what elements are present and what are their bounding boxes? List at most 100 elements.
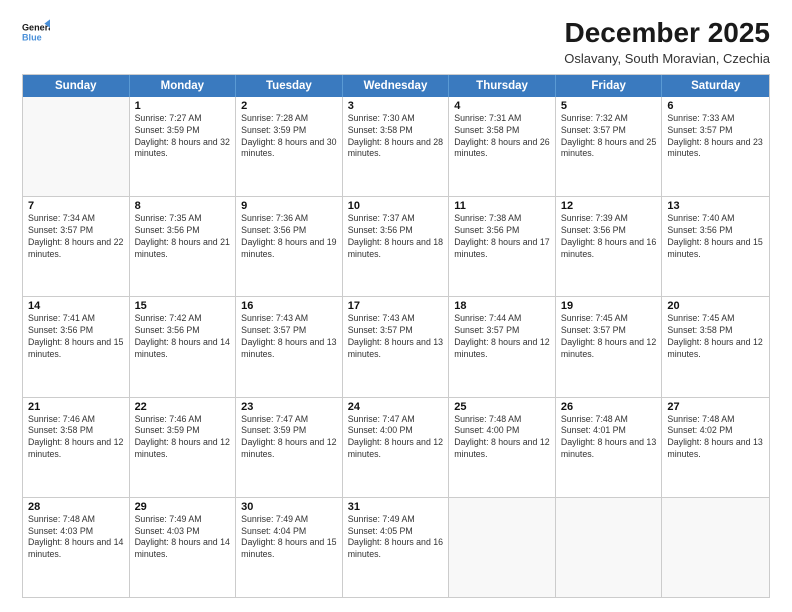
calendar-header-cell: Wednesday	[343, 75, 450, 97]
calendar-cell: 6Sunrise: 7:33 AMSunset: 3:57 PMDaylight…	[662, 97, 769, 196]
month-title: December 2025	[564, 18, 770, 49]
calendar-row: 7Sunrise: 7:34 AMSunset: 3:57 PMDaylight…	[23, 197, 769, 297]
calendar-cell	[23, 97, 130, 196]
calendar-cell: 16Sunrise: 7:43 AMSunset: 3:57 PMDayligh…	[236, 297, 343, 396]
calendar-header: SundayMondayTuesdayWednesdayThursdayFrid…	[23, 75, 769, 97]
cell-info: Sunrise: 7:45 AMSunset: 3:58 PMDaylight:…	[667, 313, 764, 361]
logo: General Blue	[22, 18, 50, 46]
day-number: 6	[667, 100, 764, 112]
calendar-header-cell: Saturday	[662, 75, 769, 97]
calendar-header-cell: Friday	[556, 75, 663, 97]
day-number: 4	[454, 100, 550, 112]
cell-info: Sunrise: 7:43 AMSunset: 3:57 PMDaylight:…	[241, 313, 337, 361]
calendar-cell: 9Sunrise: 7:36 AMSunset: 3:56 PMDaylight…	[236, 197, 343, 296]
header: General Blue December 2025 Oslavany, Sou…	[22, 18, 770, 66]
calendar-cell: 31Sunrise: 7:49 AMSunset: 4:05 PMDayligh…	[343, 498, 450, 597]
cell-info: Sunrise: 7:47 AMSunset: 3:59 PMDaylight:…	[241, 414, 337, 462]
day-number: 23	[241, 401, 337, 413]
cell-info: Sunrise: 7:48 AMSunset: 4:02 PMDaylight:…	[667, 414, 764, 462]
cell-info: Sunrise: 7:36 AMSunset: 3:56 PMDaylight:…	[241, 213, 337, 261]
calendar-cell: 10Sunrise: 7:37 AMSunset: 3:56 PMDayligh…	[343, 197, 450, 296]
calendar: SundayMondayTuesdayWednesdayThursdayFrid…	[22, 74, 770, 598]
logo-icon: General Blue	[22, 18, 50, 46]
cell-info: Sunrise: 7:33 AMSunset: 3:57 PMDaylight:…	[667, 113, 764, 161]
cell-info: Sunrise: 7:38 AMSunset: 3:56 PMDaylight:…	[454, 213, 550, 261]
day-number: 13	[667, 200, 764, 212]
day-number: 28	[28, 501, 124, 513]
cell-info: Sunrise: 7:46 AMSunset: 3:58 PMDaylight:…	[28, 414, 124, 462]
calendar-header-cell: Monday	[130, 75, 237, 97]
calendar-cell: 18Sunrise: 7:44 AMSunset: 3:57 PMDayligh…	[449, 297, 556, 396]
calendar-cell: 12Sunrise: 7:39 AMSunset: 3:56 PMDayligh…	[556, 197, 663, 296]
cell-info: Sunrise: 7:35 AMSunset: 3:56 PMDaylight:…	[135, 213, 231, 261]
calendar-cell: 11Sunrise: 7:38 AMSunset: 3:56 PMDayligh…	[449, 197, 556, 296]
day-number: 5	[561, 100, 657, 112]
calendar-header-cell: Sunday	[23, 75, 130, 97]
calendar-cell: 19Sunrise: 7:45 AMSunset: 3:57 PMDayligh…	[556, 297, 663, 396]
cell-info: Sunrise: 7:49 AMSunset: 4:04 PMDaylight:…	[241, 514, 337, 562]
cell-info: Sunrise: 7:48 AMSunset: 4:03 PMDaylight:…	[28, 514, 124, 562]
day-number: 20	[667, 300, 764, 312]
day-number: 2	[241, 100, 337, 112]
calendar-cell: 29Sunrise: 7:49 AMSunset: 4:03 PMDayligh…	[130, 498, 237, 597]
calendar-header-cell: Tuesday	[236, 75, 343, 97]
cell-info: Sunrise: 7:27 AMSunset: 3:59 PMDaylight:…	[135, 113, 231, 161]
day-number: 21	[28, 401, 124, 413]
cell-info: Sunrise: 7:49 AMSunset: 4:05 PMDaylight:…	[348, 514, 444, 562]
cell-info: Sunrise: 7:42 AMSunset: 3:56 PMDaylight:…	[135, 313, 231, 361]
calendar-cell: 7Sunrise: 7:34 AMSunset: 3:57 PMDaylight…	[23, 197, 130, 296]
day-number: 16	[241, 300, 337, 312]
day-number: 26	[561, 401, 657, 413]
day-number: 30	[241, 501, 337, 513]
calendar-row: 14Sunrise: 7:41 AMSunset: 3:56 PMDayligh…	[23, 297, 769, 397]
day-number: 12	[561, 200, 657, 212]
day-number: 25	[454, 401, 550, 413]
location: Oslavany, South Moravian, Czechia	[564, 51, 770, 66]
calendar-cell: 8Sunrise: 7:35 AMSunset: 3:56 PMDaylight…	[130, 197, 237, 296]
day-number: 18	[454, 300, 550, 312]
day-number: 15	[135, 300, 231, 312]
day-number: 9	[241, 200, 337, 212]
calendar-row: 28Sunrise: 7:48 AMSunset: 4:03 PMDayligh…	[23, 498, 769, 597]
calendar-cell	[449, 498, 556, 597]
calendar-cell: 17Sunrise: 7:43 AMSunset: 3:57 PMDayligh…	[343, 297, 450, 396]
day-number: 24	[348, 401, 444, 413]
calendar-header-cell: Thursday	[449, 75, 556, 97]
day-number: 10	[348, 200, 444, 212]
calendar-cell: 15Sunrise: 7:42 AMSunset: 3:56 PMDayligh…	[130, 297, 237, 396]
cell-info: Sunrise: 7:41 AMSunset: 3:56 PMDaylight:…	[28, 313, 124, 361]
day-number: 11	[454, 200, 550, 212]
cell-info: Sunrise: 7:39 AMSunset: 3:56 PMDaylight:…	[561, 213, 657, 261]
day-number: 31	[348, 501, 444, 513]
calendar-cell: 30Sunrise: 7:49 AMSunset: 4:04 PMDayligh…	[236, 498, 343, 597]
calendar-cell: 14Sunrise: 7:41 AMSunset: 3:56 PMDayligh…	[23, 297, 130, 396]
cell-info: Sunrise: 7:30 AMSunset: 3:58 PMDaylight:…	[348, 113, 444, 161]
calendar-cell	[662, 498, 769, 597]
cell-info: Sunrise: 7:47 AMSunset: 4:00 PMDaylight:…	[348, 414, 444, 462]
cell-info: Sunrise: 7:28 AMSunset: 3:59 PMDaylight:…	[241, 113, 337, 161]
calendar-cell: 26Sunrise: 7:48 AMSunset: 4:01 PMDayligh…	[556, 398, 663, 497]
calendar-cell	[556, 498, 663, 597]
cell-info: Sunrise: 7:45 AMSunset: 3:57 PMDaylight:…	[561, 313, 657, 361]
calendar-cell: 4Sunrise: 7:31 AMSunset: 3:58 PMDaylight…	[449, 97, 556, 196]
calendar-cell: 27Sunrise: 7:48 AMSunset: 4:02 PMDayligh…	[662, 398, 769, 497]
calendar-cell: 2Sunrise: 7:28 AMSunset: 3:59 PMDaylight…	[236, 97, 343, 196]
calendar-cell: 25Sunrise: 7:48 AMSunset: 4:00 PMDayligh…	[449, 398, 556, 497]
calendar-cell: 3Sunrise: 7:30 AMSunset: 3:58 PMDaylight…	[343, 97, 450, 196]
calendar-row: 21Sunrise: 7:46 AMSunset: 3:58 PMDayligh…	[23, 398, 769, 498]
cell-info: Sunrise: 7:48 AMSunset: 4:00 PMDaylight:…	[454, 414, 550, 462]
cell-info: Sunrise: 7:44 AMSunset: 3:57 PMDaylight:…	[454, 313, 550, 361]
calendar-cell: 23Sunrise: 7:47 AMSunset: 3:59 PMDayligh…	[236, 398, 343, 497]
day-number: 3	[348, 100, 444, 112]
calendar-cell: 1Sunrise: 7:27 AMSunset: 3:59 PMDaylight…	[130, 97, 237, 196]
calendar-cell: 5Sunrise: 7:32 AMSunset: 3:57 PMDaylight…	[556, 97, 663, 196]
day-number: 1	[135, 100, 231, 112]
calendar-cell: 13Sunrise: 7:40 AMSunset: 3:56 PMDayligh…	[662, 197, 769, 296]
day-number: 27	[667, 401, 764, 413]
day-number: 14	[28, 300, 124, 312]
cell-info: Sunrise: 7:31 AMSunset: 3:58 PMDaylight:…	[454, 113, 550, 161]
title-block: December 2025 Oslavany, South Moravian, …	[564, 18, 770, 66]
calendar-cell: 20Sunrise: 7:45 AMSunset: 3:58 PMDayligh…	[662, 297, 769, 396]
calendar-cell: 22Sunrise: 7:46 AMSunset: 3:59 PMDayligh…	[130, 398, 237, 497]
calendar-cell: 21Sunrise: 7:46 AMSunset: 3:58 PMDayligh…	[23, 398, 130, 497]
